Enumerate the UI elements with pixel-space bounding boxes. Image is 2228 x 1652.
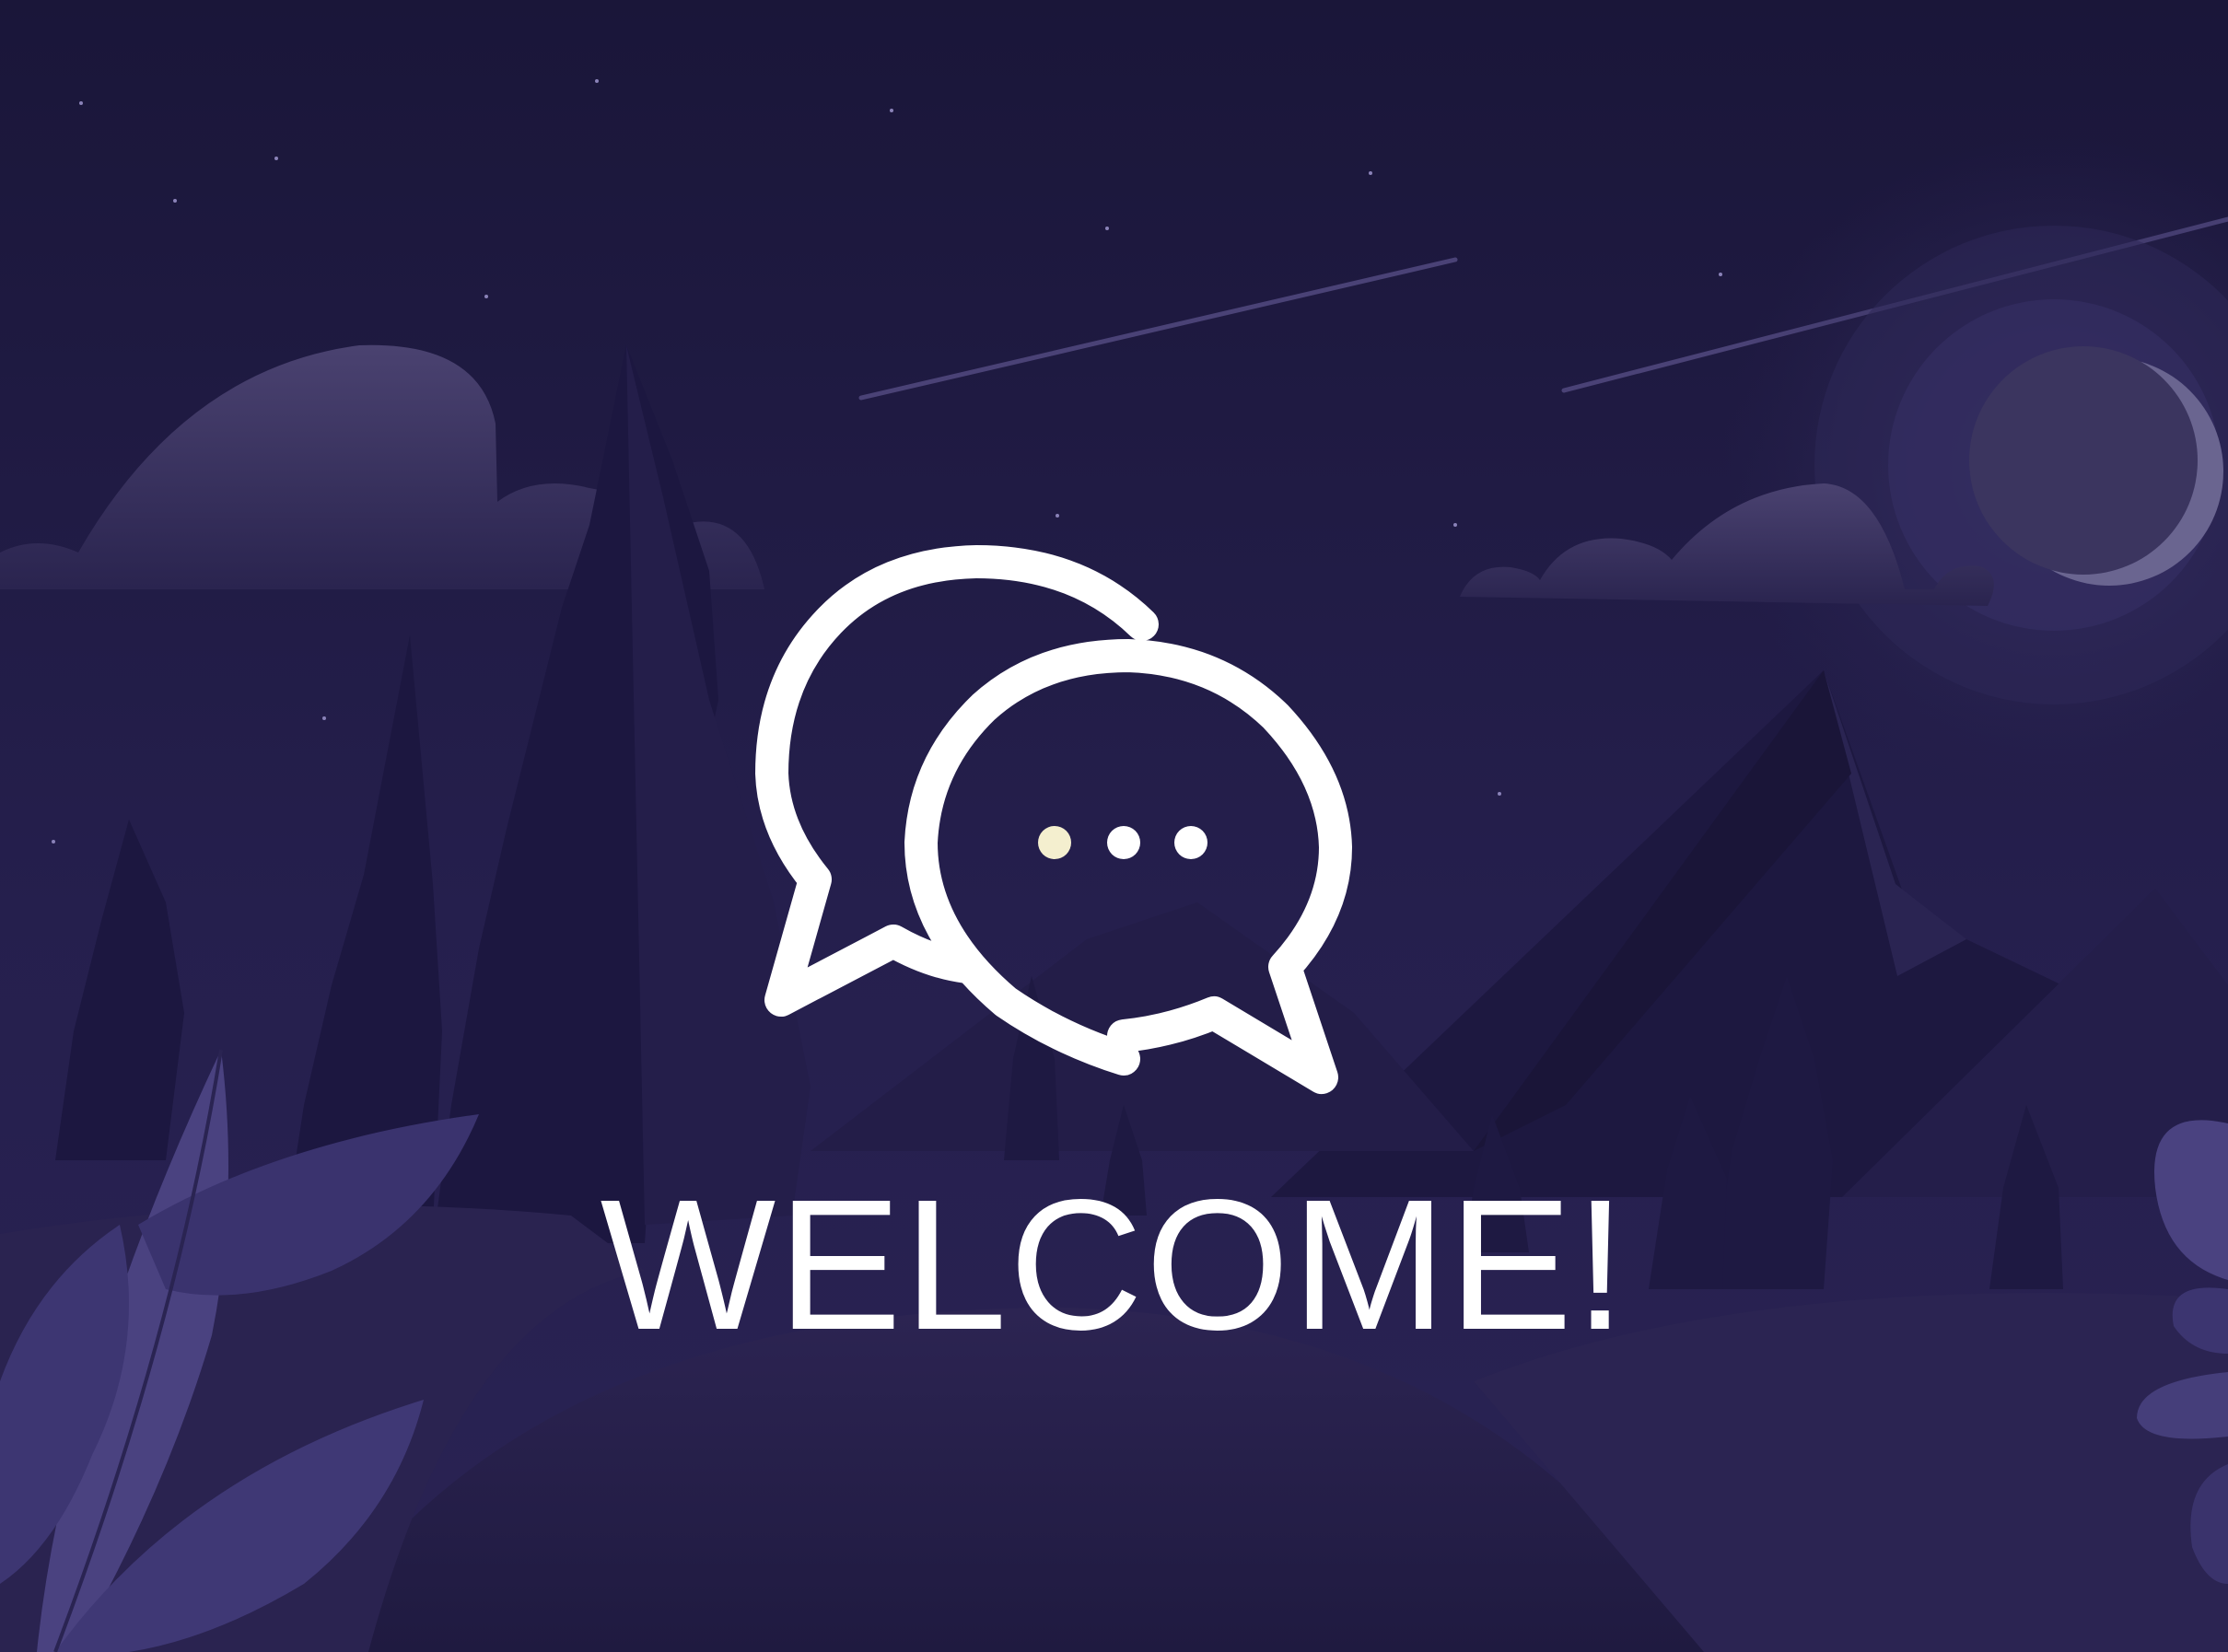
- typing-dots-icon: [1038, 826, 1207, 859]
- welcome-title: WELCOME!: [600, 1160, 1628, 1368]
- night-landscape-illustration: [0, 0, 2228, 1652]
- welcome-screen: WELCOME!: [0, 0, 2228, 1652]
